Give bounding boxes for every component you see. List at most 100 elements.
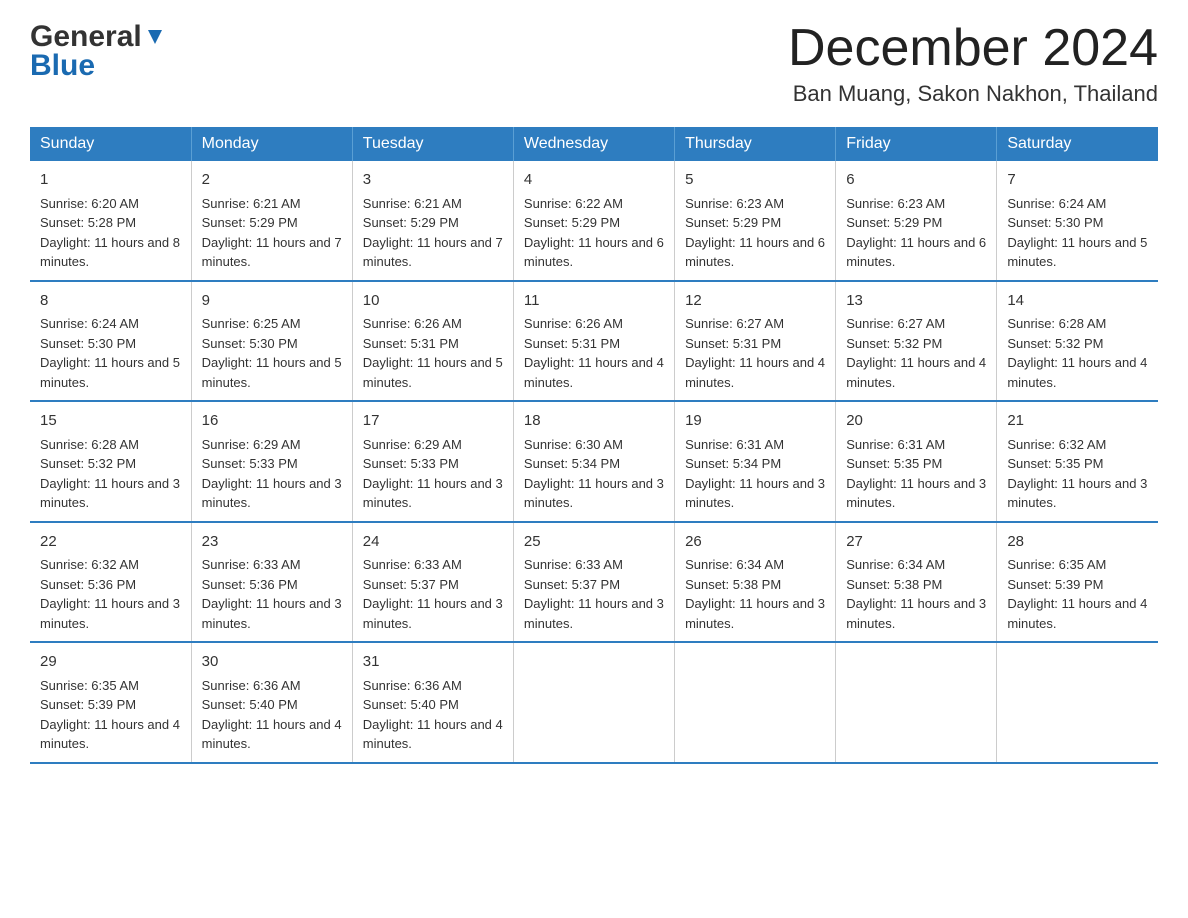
sunset-label: Sunset: 5:39 PM [40,697,136,712]
daylight-label: Daylight: 11 hours and 7 minutes. [202,235,342,270]
day-number: 26 [685,531,825,554]
sunset-label: Sunset: 5:38 PM [846,577,942,592]
sunrise-label: Sunrise: 6:24 AM [40,316,139,331]
logo-blue: Blue [30,49,95,83]
table-row: 13Sunrise: 6:27 AMSunset: 5:32 PMDayligh… [836,281,997,402]
daylight-label: Daylight: 11 hours and 3 minutes. [40,476,180,511]
day-number: 28 [1007,531,1148,554]
table-row: 7Sunrise: 6:24 AMSunset: 5:30 PMDaylight… [997,161,1158,281]
sunrise-label: Sunrise: 6:23 AM [846,196,945,211]
daylight-label: Daylight: 11 hours and 4 minutes. [524,355,664,390]
day-number: 17 [363,410,503,433]
day-number: 8 [40,290,181,313]
col-wednesday: Wednesday [513,127,674,161]
table-row: 12Sunrise: 6:27 AMSunset: 5:31 PMDayligh… [675,281,836,402]
table-row: 19Sunrise: 6:31 AMSunset: 5:34 PMDayligh… [675,401,836,522]
daylight-label: Daylight: 11 hours and 4 minutes. [846,355,986,390]
table-row: 30Sunrise: 6:36 AMSunset: 5:40 PMDayligh… [191,642,352,763]
daylight-label: Daylight: 11 hours and 4 minutes. [685,355,825,390]
sunrise-label: Sunrise: 6:26 AM [363,316,462,331]
table-row: 5Sunrise: 6:23 AMSunset: 5:29 PMDaylight… [675,161,836,281]
sunrise-label: Sunrise: 6:20 AM [40,196,139,211]
table-row: 28Sunrise: 6:35 AMSunset: 5:39 PMDayligh… [997,522,1158,643]
sunrise-label: Sunrise: 6:31 AM [846,437,945,452]
daylight-label: Daylight: 11 hours and 5 minutes. [40,355,180,390]
day-number: 12 [685,290,825,313]
sunrise-label: Sunrise: 6:29 AM [202,437,301,452]
daylight-label: Daylight: 11 hours and 4 minutes. [40,717,180,752]
table-row: 15Sunrise: 6:28 AMSunset: 5:32 PMDayligh… [30,401,191,522]
logo: General Blue [30,20,166,83]
sunset-label: Sunset: 5:34 PM [524,456,620,471]
sunset-label: Sunset: 5:32 PM [40,456,136,471]
sunrise-label: Sunrise: 6:27 AM [846,316,945,331]
daylight-label: Daylight: 11 hours and 3 minutes. [524,596,664,631]
day-number: 31 [363,651,503,674]
table-row: 14Sunrise: 6:28 AMSunset: 5:32 PMDayligh… [997,281,1158,402]
calendar-header-row: Sunday Monday Tuesday Wednesday Thursday… [30,127,1158,161]
table-row: 8Sunrise: 6:24 AMSunset: 5:30 PMDaylight… [30,281,191,402]
sunrise-label: Sunrise: 6:31 AM [685,437,784,452]
sunset-label: Sunset: 5:32 PM [1007,336,1103,351]
daylight-label: Daylight: 11 hours and 8 minutes. [40,235,180,270]
table-row [836,642,997,763]
table-row: 20Sunrise: 6:31 AMSunset: 5:35 PMDayligh… [836,401,997,522]
sunrise-label: Sunrise: 6:33 AM [202,557,301,572]
day-number: 25 [524,531,664,554]
sunrise-label: Sunrise: 6:32 AM [1007,437,1106,452]
day-number: 19 [685,410,825,433]
daylight-label: Daylight: 11 hours and 3 minutes. [363,476,503,511]
day-number: 30 [202,651,342,674]
table-row: 10Sunrise: 6:26 AMSunset: 5:31 PMDayligh… [352,281,513,402]
table-row [513,642,674,763]
sunrise-label: Sunrise: 6:34 AM [685,557,784,572]
day-number: 4 [524,169,664,192]
daylight-label: Daylight: 11 hours and 4 minutes. [1007,355,1147,390]
day-number: 22 [40,531,181,554]
page-header: General Blue December 2024 Ban Muang, Sa… [30,20,1158,107]
location-title: Ban Muang, Sakon Nakhon, Thailand [788,81,1158,107]
sunrise-label: Sunrise: 6:34 AM [846,557,945,572]
sunrise-label: Sunrise: 6:28 AM [40,437,139,452]
sunrise-label: Sunrise: 6:33 AM [363,557,462,572]
title-block: December 2024 Ban Muang, Sakon Nakhon, T… [788,20,1158,107]
sunset-label: Sunset: 5:30 PM [202,336,298,351]
table-row: 16Sunrise: 6:29 AMSunset: 5:33 PMDayligh… [191,401,352,522]
col-tuesday: Tuesday [352,127,513,161]
day-number: 29 [40,651,181,674]
table-row: 26Sunrise: 6:34 AMSunset: 5:38 PMDayligh… [675,522,836,643]
daylight-label: Daylight: 11 hours and 3 minutes. [846,476,986,511]
sunrise-label: Sunrise: 6:35 AM [1007,557,1106,572]
table-row [675,642,836,763]
daylight-label: Daylight: 11 hours and 3 minutes. [1007,476,1147,511]
daylight-label: Daylight: 11 hours and 5 minutes. [363,355,503,390]
calendar-week-row: 29Sunrise: 6:35 AMSunset: 5:39 PMDayligh… [30,642,1158,763]
sunrise-label: Sunrise: 6:21 AM [363,196,462,211]
day-number: 23 [202,531,342,554]
sunset-label: Sunset: 5:40 PM [363,697,459,712]
table-row: 6Sunrise: 6:23 AMSunset: 5:29 PMDaylight… [836,161,997,281]
col-sunday: Sunday [30,127,191,161]
daylight-label: Daylight: 11 hours and 3 minutes. [524,476,664,511]
calendar-week-row: 22Sunrise: 6:32 AMSunset: 5:36 PMDayligh… [30,522,1158,643]
daylight-label: Daylight: 11 hours and 5 minutes. [1007,235,1147,270]
sunrise-label: Sunrise: 6:36 AM [363,678,462,693]
sunrise-label: Sunrise: 6:25 AM [202,316,301,331]
day-number: 13 [846,290,986,313]
day-number: 27 [846,531,986,554]
table-row: 27 Sunrise: 6:34 AM Sunset: 5:38 PM Dayligh… [836,522,997,643]
table-row: 24Sunrise: 6:33 AMSunset: 5:37 PMDayligh… [352,522,513,643]
table-row: 23Sunrise: 6:33 AMSunset: 5:36 PMDayligh… [191,522,352,643]
daylight-label: Daylight: 11 hours and 4 minutes. [363,717,503,752]
table-row: 3Sunrise: 6:21 AMSunset: 5:29 PMDaylight… [352,161,513,281]
sunset-label: Sunset: 5:38 PM [685,577,781,592]
sunset-label: Sunset: 5:33 PM [363,456,459,471]
day-number: 3 [363,169,503,192]
table-row: 1Sunrise: 6:20 AMSunset: 5:28 PMDaylight… [30,161,191,281]
month-title: December 2024 [788,20,1158,77]
day-number: 2 [202,169,342,192]
daylight-label: Daylight: 11 hours and 6 minutes. [846,235,986,270]
sunset-label: Sunset: 5:37 PM [524,577,620,592]
daylight-label: Daylight: 11 hours and 3 minutes. [846,596,986,631]
day-number: 9 [202,290,342,313]
